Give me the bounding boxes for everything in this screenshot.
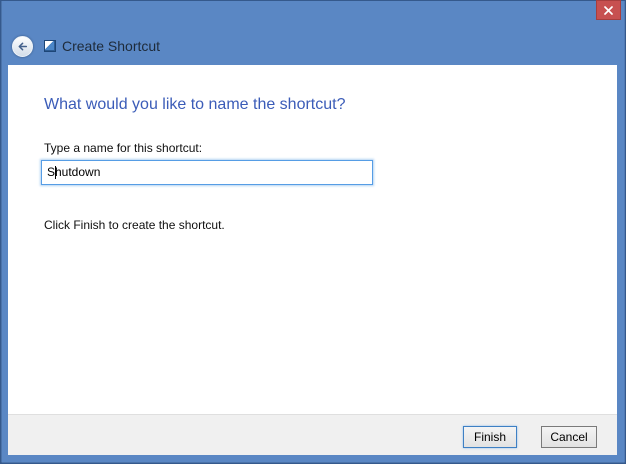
finish-instruction: Click Finish to create the shortcut. <box>44 218 225 232</box>
wizard-content: What would you like to name the shortcut… <box>8 65 617 414</box>
shortcut-icon <box>44 40 56 52</box>
window-title: Create Shortcut <box>62 38 161 54</box>
cancel-button[interactable]: Cancel <box>541 426 597 448</box>
text-caret <box>55 166 56 179</box>
footer-button-bar: Finish Cancel <box>8 414 617 455</box>
shortcut-name-input[interactable]: Shutdown <box>41 160 373 185</box>
shortcut-name-label: Type a name for this shortcut: <box>44 141 203 155</box>
wizard-client-area: What would you like to name the shortcut… <box>8 65 617 455</box>
back-button[interactable] <box>12 36 33 57</box>
create-shortcut-window: Create Shortcut What would you like to n… <box>0 0 626 464</box>
close-icon <box>604 5 613 15</box>
back-arrow-icon <box>17 41 28 52</box>
finish-button[interactable]: Finish <box>463 426 517 448</box>
wizard-heading: What would you like to name the shortcut… <box>44 96 346 113</box>
close-button[interactable] <box>596 0 621 20</box>
titlebar: Create Shortcut <box>0 0 626 65</box>
